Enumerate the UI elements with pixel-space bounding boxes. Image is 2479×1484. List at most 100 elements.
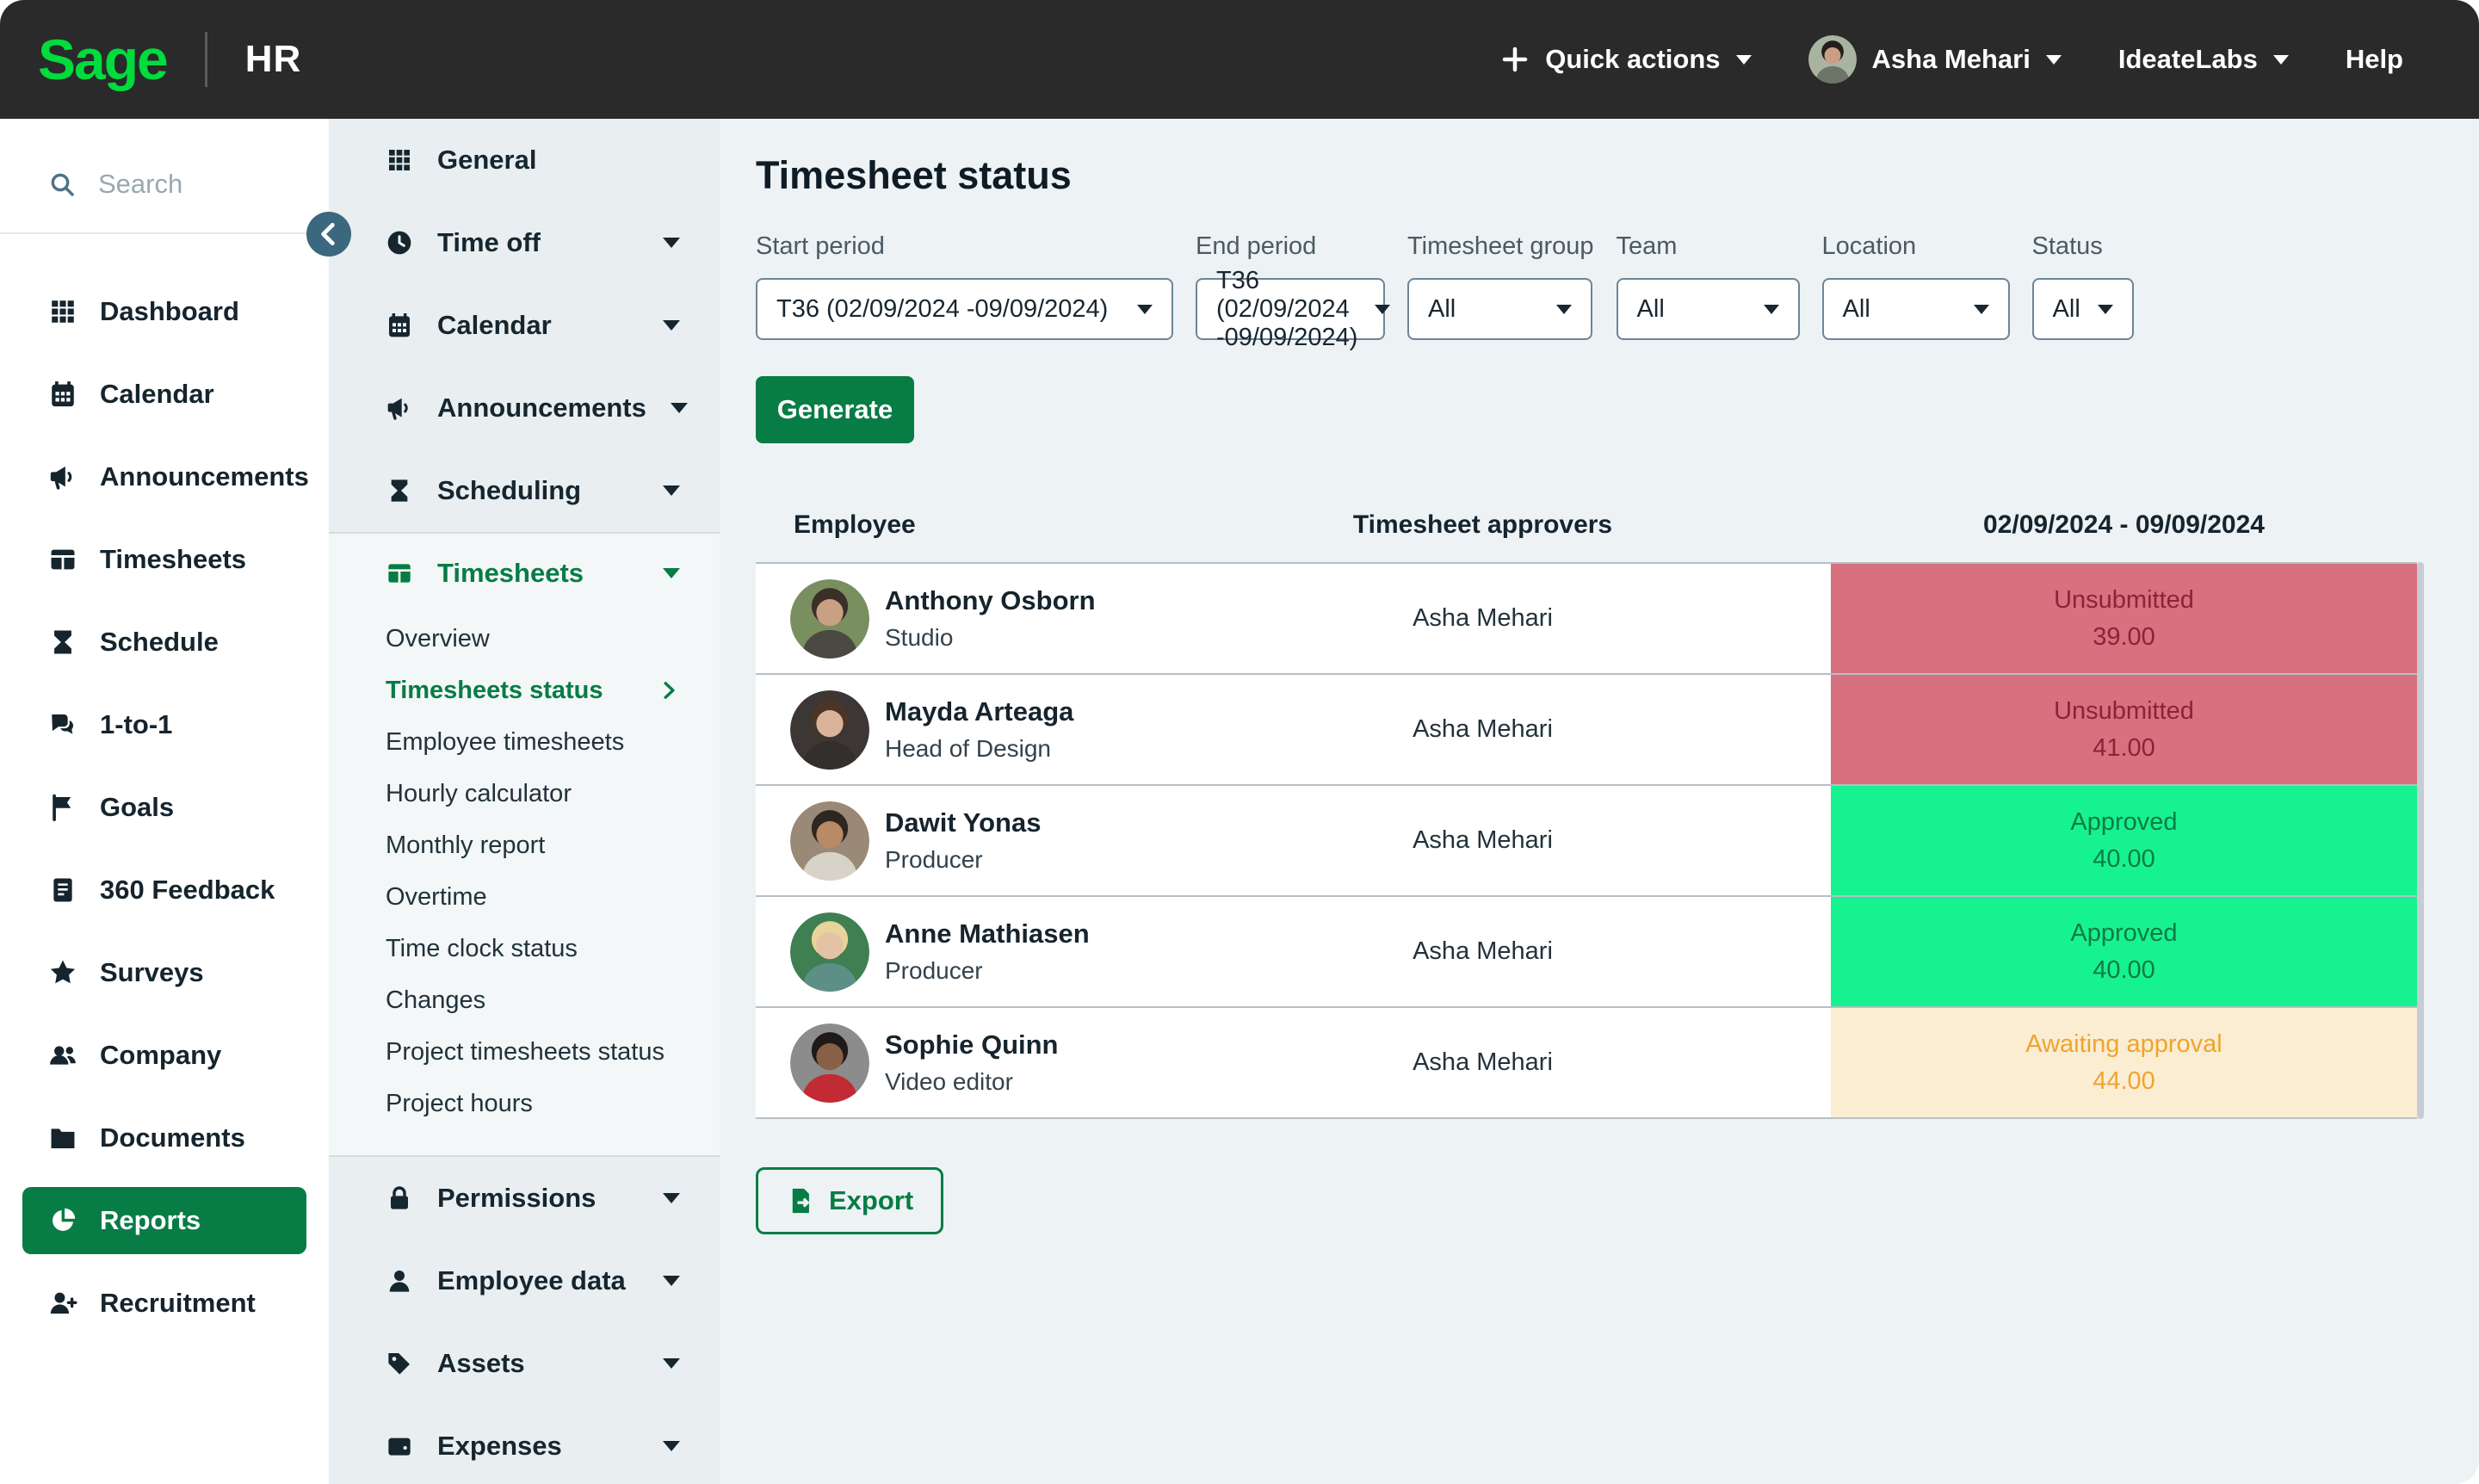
timesheets-subitem[interactable]: Employee timesheets (329, 716, 720, 768)
quick-actions-button[interactable]: Quick actions (1500, 44, 1751, 75)
reports-nav-item[interactable]: Employee data (329, 1240, 720, 1322)
megaphone-icon (48, 462, 77, 492)
status-hours: 39.00 (2093, 623, 2155, 652)
sidebar-item[interactable]: Documents (0, 1097, 329, 1179)
collapse-sidebar-button[interactable] (306, 212, 351, 257)
sidebar-item[interactable]: Dashboard (0, 270, 329, 353)
employee-name: Dawit Yonas (885, 807, 1041, 838)
filter: Location All (1822, 232, 2010, 340)
status-hours: 40.00 (2093, 845, 2155, 874)
export-button[interactable]: Export (756, 1167, 943, 1234)
timesheets-subitem[interactable]: Overtime (329, 871, 720, 923)
filter: Timesheet group All (1407, 232, 1594, 340)
employee-name: Mayda Arteaga (885, 696, 1073, 727)
filter-select[interactable]: T36 (02/09/2024 -09/09/2024) (756, 278, 1173, 340)
reports-nav-top: General Time off Calendar (329, 119, 720, 532)
filter-select[interactable]: All (1822, 278, 2010, 340)
reports-nav-item[interactable]: Expenses (329, 1405, 720, 1484)
chevron-down-icon (663, 1358, 680, 1369)
approver-cell: Asha Mehari (1134, 897, 1831, 1006)
help-link[interactable]: Help (2346, 44, 2403, 75)
sidebar-item[interactable]: 360 Feedback (0, 849, 329, 931)
employee-name: Anne Mathiasen (885, 918, 1090, 949)
search-input[interactable] (98, 169, 296, 200)
filter-select[interactable]: T36 (02/09/2024 -09/09/2024) (1196, 278, 1385, 340)
status-cell: Unsubmitted 39.00 (1831, 564, 2417, 673)
user-name: Asha Mehari (1872, 44, 2031, 75)
status-label: Approved (2070, 808, 2177, 837)
timesheet-table: Anthony Osborn Studio Asha Mehari Unsubm… (756, 562, 2417, 1119)
reports-nav-item[interactable]: Assets (329, 1322, 720, 1405)
sidebar-item[interactable]: Recruitment (0, 1262, 329, 1345)
timesheets-subitem[interactable]: Overview (329, 613, 720, 665)
org-menu[interactable]: IdeateLabs (2118, 44, 2289, 75)
calendar-icon (48, 380, 77, 409)
timesheets-subitem[interactable]: Hourly calculator (329, 768, 720, 819)
chevron-down-icon (663, 485, 680, 496)
employee-name: Sophie Quinn (885, 1030, 1059, 1060)
status-label: Unsubmitted (2054, 586, 2194, 615)
approver-cell: Asha Mehari (1134, 1008, 1831, 1117)
sidebar-divider (0, 232, 329, 234)
chevron-right-icon (658, 679, 680, 702)
filter-select[interactable]: All (1407, 278, 1592, 340)
column-header-approvers: Timesheet approvers (1134, 510, 1831, 540)
reports-nav-item[interactable]: Scheduling (329, 449, 720, 532)
chevron-down-icon (663, 568, 680, 578)
reports-nav-item[interactable]: Time off (329, 201, 720, 284)
reports-nav-item-timesheets[interactable]: Timesheets (329, 534, 720, 613)
filter: End period T36 (02/09/2024 -09/09/2024) (1196, 232, 1385, 340)
table-scrollbar[interactable] (2417, 562, 2424, 1119)
sidebar-item[interactable]: Schedule (0, 601, 329, 683)
sidebar-item[interactable]: Company (0, 1014, 329, 1097)
sidebar-item[interactable]: Timesheets (0, 518, 329, 601)
table-row: Anne Mathiasen Producer Asha Mehari Appr… (756, 895, 2417, 1006)
user-menu[interactable]: Asha Mehari (1808, 35, 2062, 83)
timesheets-subitem[interactable]: Changes (329, 974, 720, 1026)
clipboard-icon (48, 875, 77, 905)
generate-button[interactable]: Generate (756, 376, 914, 443)
filter-select[interactable]: All (2032, 278, 2134, 340)
chevron-left-icon (314, 220, 343, 249)
chevron-down-icon (671, 403, 688, 413)
reports-nav-item[interactable]: Calendar (329, 284, 720, 367)
sidebar-item[interactable]: Goals (0, 766, 329, 849)
topbar-menu: Quick actions Asha Mehari IdeateLabs Hel… (1500, 35, 2403, 83)
tag-icon (386, 1350, 413, 1377)
user-avatar (1808, 35, 1857, 83)
primary-sidebar: Dashboard Calendar Announcements (0, 119, 329, 1484)
timesheets-subitem[interactable]: Project hours (329, 1078, 720, 1129)
reports-nav-item[interactable]: General (329, 119, 720, 201)
table-wrap: Anthony Osborn Studio Asha Mehari Unsubm… (756, 562, 2424, 1119)
column-header-employee: Employee (756, 510, 1134, 540)
timesheets-subitem[interactable]: Monthly report (329, 819, 720, 871)
status-cell: Approved 40.00 (1831, 897, 2417, 1006)
filter-select[interactable]: All (1617, 278, 1800, 340)
status-label: Approved (2070, 919, 2177, 948)
calendar-icon (386, 312, 413, 339)
timesheets-subitem[interactable]: Timesheets status (329, 665, 720, 716)
sidebar-item[interactable]: Reports (22, 1187, 306, 1254)
employee-cell: Dawit Yonas Producer (756, 786, 1134, 895)
hourglass-icon (48, 628, 77, 657)
star-icon (48, 958, 77, 987)
body: Dashboard Calendar Announcements (0, 119, 2479, 1484)
status-hours: 41.00 (2093, 734, 2155, 763)
status-cell: Awaiting approval 44.00 (1831, 1008, 2417, 1117)
timesheets-subitem[interactable]: Project timesheets status (329, 1026, 720, 1078)
reports-nav-item[interactable]: Permissions (329, 1157, 720, 1240)
chevron-down-icon (663, 1441, 680, 1451)
sidebar-item[interactable]: Announcements (0, 436, 329, 518)
sidebar-item[interactable]: Surveys (0, 931, 329, 1014)
filter: Status All (2032, 232, 2134, 340)
topbar: Sage HR Quick actions Asha Mehari (0, 0, 2479, 119)
sidebar-item[interactable]: 1-to-1 (0, 683, 329, 766)
reports-nav-item[interactable]: Announcements (329, 367, 720, 449)
table-row: Anthony Osborn Studio Asha Mehari Unsubm… (756, 562, 2417, 673)
timesheets-subitem[interactable]: Time clock status (329, 923, 720, 974)
chevron-down-icon (663, 238, 680, 248)
filter-label: End period (1196, 232, 1385, 261)
sidebar-item[interactable]: Calendar (0, 353, 329, 436)
employee-avatar (790, 579, 869, 659)
chevron-down-icon (1736, 55, 1752, 65)
